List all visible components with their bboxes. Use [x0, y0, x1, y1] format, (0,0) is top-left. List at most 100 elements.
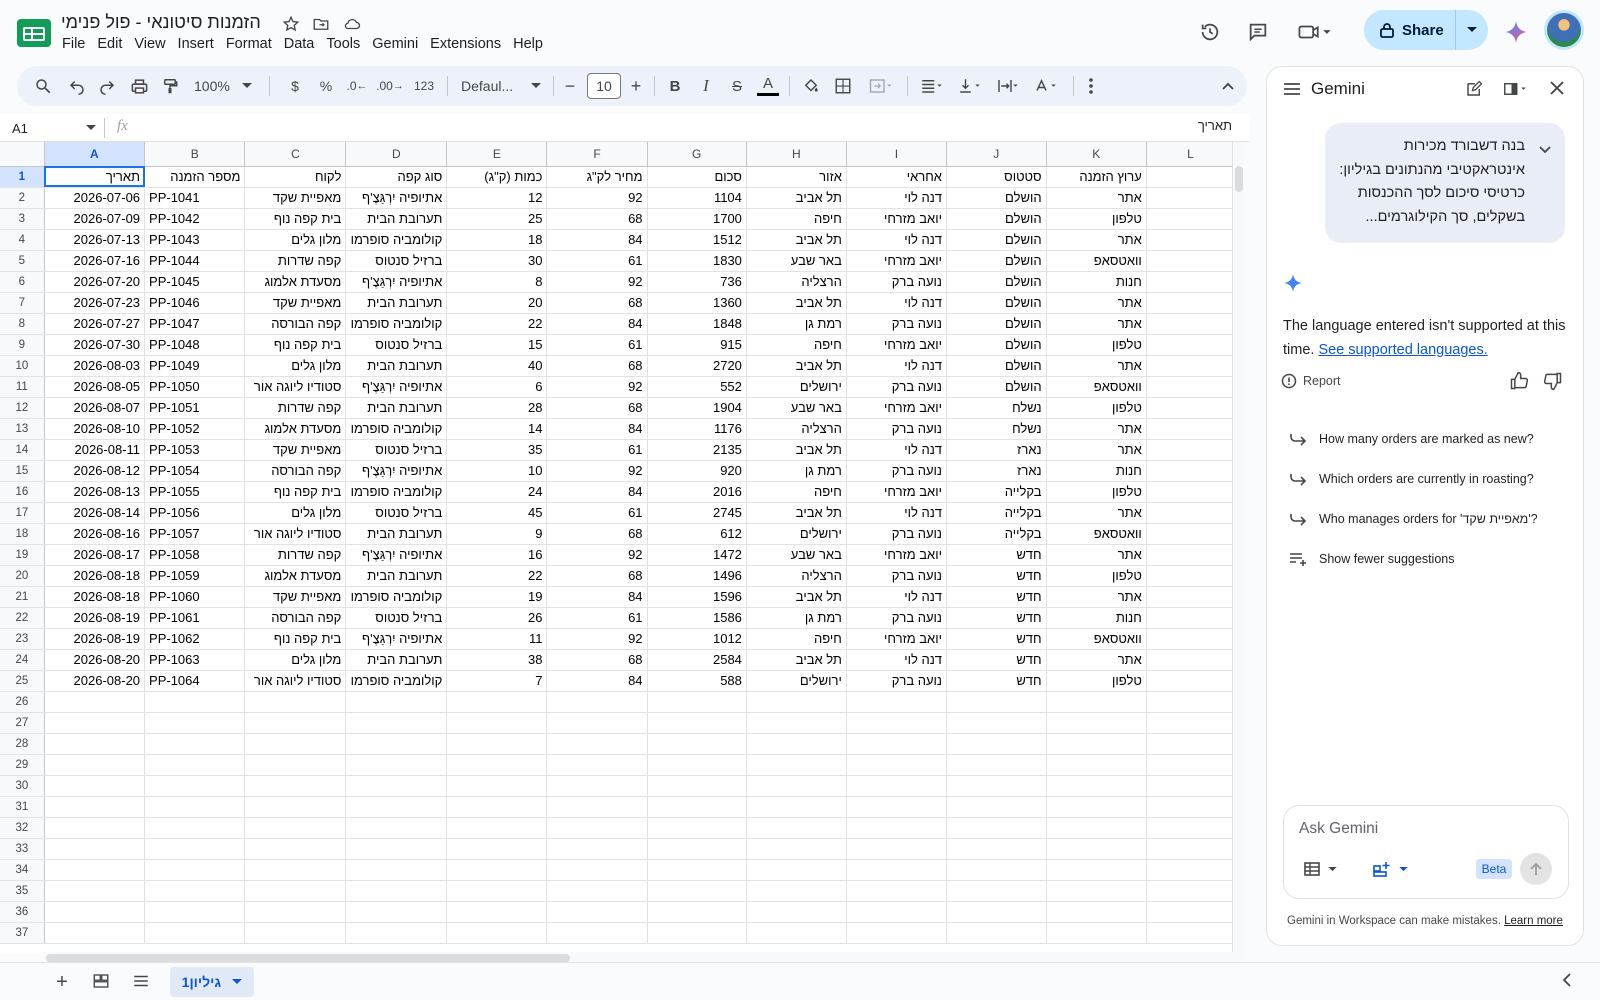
- column-header-k[interactable]: K: [1046, 142, 1147, 167]
- share-button[interactable]: Share: [1364, 10, 1488, 50]
- cell[interactable]: 2026-08-05: [44, 376, 146, 398]
- cell[interactable]: [946, 775, 1047, 797]
- cell[interactable]: יואב מזרחי: [846, 628, 947, 650]
- cell[interactable]: [846, 775, 947, 797]
- cell[interactable]: [647, 775, 747, 797]
- cell[interactable]: PP-1063: [144, 649, 246, 671]
- cell[interactable]: 7: [446, 670, 548, 692]
- cell[interactable]: PP-1061: [144, 607, 246, 629]
- cell[interactable]: הושלם: [946, 376, 1047, 398]
- row-header[interactable]: 4: [0, 229, 45, 251]
- cell[interactable]: [1146, 334, 1236, 356]
- cell[interactable]: טלפון: [1046, 208, 1147, 230]
- cell[interactable]: יואב מזרחי: [846, 208, 947, 230]
- cell[interactable]: 84: [546, 670, 648, 692]
- cell[interactable]: [1046, 922, 1147, 944]
- font-size-increase-button[interactable]: +: [625, 72, 647, 100]
- cell[interactable]: [746, 754, 847, 776]
- text-rotation-icon[interactable]: [1029, 72, 1063, 100]
- cell[interactable]: קולומביה סופרמו: [345, 586, 448, 608]
- number-format-button[interactable]: 123: [409, 72, 439, 100]
- cell[interactable]: [345, 838, 448, 860]
- cell[interactable]: קולומביה סופרמו: [345, 418, 448, 440]
- cell[interactable]: [1146, 439, 1236, 461]
- cell[interactable]: חדש: [946, 628, 1047, 650]
- cell[interactable]: 68: [546, 355, 648, 377]
- cell[interactable]: קפה שדרות: [244, 397, 347, 419]
- cell[interactable]: [446, 796, 548, 818]
- cell[interactable]: 22: [446, 565, 548, 587]
- cell[interactable]: 2745: [647, 502, 747, 524]
- cell[interactable]: 61: [546, 439, 648, 461]
- cell[interactable]: מסעדת אלמוג: [244, 418, 347, 440]
- row-header[interactable]: 29: [0, 754, 45, 776]
- cell[interactable]: [345, 796, 448, 818]
- more-options-icon[interactable]: [1081, 72, 1101, 100]
- select-all-corner[interactable]: [0, 142, 45, 167]
- menu-help[interactable]: Help: [513, 36, 551, 52]
- header-cell[interactable]: תאריך: [44, 166, 146, 188]
- cell[interactable]: [1146, 250, 1236, 272]
- cell[interactable]: אתיופיה יִרְגַּצֶ'ף: [345, 628, 448, 650]
- row-header[interactable]: 5: [0, 250, 45, 272]
- cell[interactable]: [44, 859, 146, 881]
- cell[interactable]: 612: [647, 523, 747, 545]
- cell[interactable]: ירושלים: [746, 670, 847, 692]
- cell[interactable]: [1146, 733, 1236, 755]
- suggestion-chip-1[interactable]: How many orders are marked as new?: [1289, 427, 1534, 451]
- column-header-f[interactable]: F: [546, 142, 648, 167]
- cell[interactable]: [44, 712, 146, 734]
- cell[interactable]: דנה לוי: [846, 292, 947, 314]
- row-header[interactable]: 34: [0, 859, 45, 881]
- cell[interactable]: [144, 859, 246, 881]
- cell[interactable]: [446, 691, 548, 713]
- cell[interactable]: 1830: [647, 250, 747, 272]
- cell[interactable]: [546, 901, 648, 923]
- cell[interactable]: [345, 859, 448, 881]
- cell[interactable]: [846, 712, 947, 734]
- column-header-g[interactable]: G: [647, 142, 747, 167]
- cell[interactable]: 68: [546, 208, 648, 230]
- cell[interactable]: 588: [647, 670, 747, 692]
- cell[interactable]: אתיופיה יִרְגַּצֶ'ף: [345, 376, 448, 398]
- cell[interactable]: מלון גלים: [244, 229, 347, 251]
- cell[interactable]: בית קפה נוף: [244, 628, 347, 650]
- cell[interactable]: אתר: [1046, 418, 1147, 440]
- cell[interactable]: [1146, 607, 1236, 629]
- cell[interactable]: נועה ברק: [846, 313, 947, 335]
- cell[interactable]: [746, 775, 847, 797]
- cell[interactable]: [44, 922, 146, 944]
- cell[interactable]: PP-1044: [144, 250, 246, 272]
- cell[interactable]: אתר: [1046, 649, 1147, 671]
- cell[interactable]: הושלם: [946, 250, 1047, 272]
- cell[interactable]: PP-1047: [144, 313, 246, 335]
- cell[interactable]: [446, 859, 548, 881]
- cell[interactable]: PP-1049: [144, 355, 246, 377]
- column-header-h[interactable]: H: [746, 142, 847, 167]
- menu-extensions[interactable]: Extensions: [430, 36, 509, 52]
- row-header[interactable]: 16: [0, 481, 45, 503]
- row-header[interactable]: 35: [0, 880, 45, 902]
- cell[interactable]: 2026-08-16: [44, 523, 146, 545]
- cell[interactable]: [546, 754, 648, 776]
- cell[interactable]: [846, 817, 947, 839]
- cell[interactable]: מלון גלים: [244, 355, 347, 377]
- cell[interactable]: [546, 817, 648, 839]
- cell[interactable]: נועה ברק: [846, 418, 947, 440]
- row-header[interactable]: 11: [0, 376, 45, 398]
- cell[interactable]: [44, 733, 146, 755]
- row-header[interactable]: 24: [0, 649, 45, 671]
- strikethrough-button[interactable]: S: [725, 72, 749, 100]
- cell[interactable]: תל אביב: [746, 502, 847, 524]
- cell[interactable]: הושלם: [946, 187, 1047, 209]
- cell[interactable]: תל אביב: [746, 586, 847, 608]
- cell[interactable]: [647, 733, 747, 755]
- cell[interactable]: [446, 838, 548, 860]
- cell[interactable]: [446, 922, 548, 944]
- format-currency-button[interactable]: $: [283, 72, 307, 100]
- cell[interactable]: [1046, 796, 1147, 818]
- row-header[interactable]: 8: [0, 313, 45, 335]
- cell[interactable]: [1046, 712, 1147, 734]
- cell[interactable]: [1146, 397, 1236, 419]
- cell[interactable]: 920: [647, 460, 747, 482]
